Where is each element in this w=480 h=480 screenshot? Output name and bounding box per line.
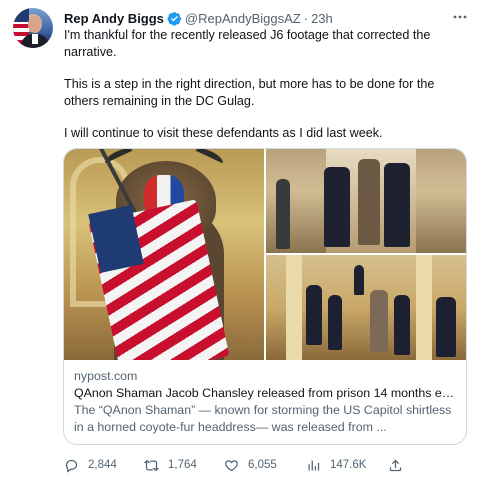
share-button[interactable] [388,456,412,474]
author-handle[interactable]: @RepAndyBiggsAZ [185,11,301,26]
author-name[interactable]: Rep Andy Biggs [64,11,164,26]
separator-dot: · [303,10,309,26]
like-count: 6,055 [248,459,277,471]
card-info: nypost.com QAnon Shaman Jacob Chansley r… [64,360,466,436]
tweet-timestamp[interactable]: 23h [311,11,333,26]
like-button[interactable]: 6,055 [224,456,277,474]
avatar-shirt [32,34,38,44]
analytics-icon [308,460,320,470]
retweet-count: 1,764 [168,459,197,471]
reply-count: 2,844 [88,459,117,471]
view-count: 147.6K [330,459,367,471]
card-domain: nypost.com [74,369,138,383]
retweet-button[interactable]: 1,764 [144,456,197,474]
avatar-head [28,16,42,33]
reply-button[interactable]: 2,844 [64,456,117,474]
link-card[interactable]: nypost.com QAnon Shaman Jacob Chansley r… [63,148,467,445]
heart-icon [225,459,238,471]
retweet-icon [144,459,159,471]
tweet-header: Rep Andy Biggs @RepAndyBiggsAZ · 23h [64,9,333,27]
card-image-capitol-crowd [266,255,466,360]
share-icon [389,459,402,471]
tweet[interactable]: Rep Andy Biggs @RepAndyBiggsAZ · 23h I'm… [0,0,480,480]
card-description: The “QAnon Shaman” — known for storming … [74,403,452,434]
card-image-shaman [64,149,264,360]
avatar[interactable] [13,8,53,48]
tweet-paragraph: I'm thankful for the recently released J… [64,28,431,59]
tweet-paragraph: This is a step in the right direction, b… [64,77,435,108]
card-image-hallway [266,149,466,253]
card-title: QAnon Shaman Jacob Chansley released fro… [74,386,458,400]
tweet-text: I'm thankful for the recently released J… [64,27,464,142]
reply-icon [65,459,78,473]
more-horizontal-icon[interactable] [449,10,471,24]
action-bar: 2,844 1,764 6,055 147.6K [64,456,468,474]
tweet-paragraph: I will continue to visit these defendant… [64,126,383,140]
views-button[interactable]: 147.6K [306,456,366,474]
verified-badge-icon [167,11,181,26]
